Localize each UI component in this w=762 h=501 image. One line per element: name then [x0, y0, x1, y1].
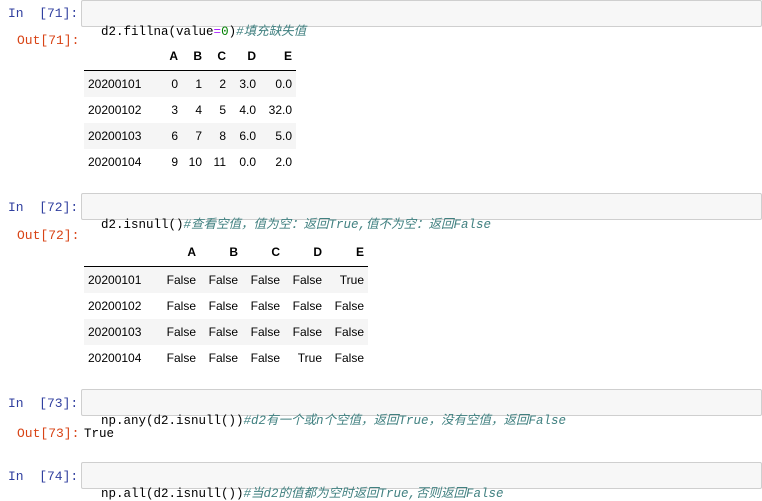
- code-number: 0: [221, 25, 229, 39]
- table-cell: 0.0: [275, 77, 292, 91]
- table-cell: False: [292, 325, 322, 339]
- table-cell: True: [297, 351, 322, 365]
- table-cell: 6.0: [239, 129, 256, 143]
- table-cell: False: [166, 299, 196, 313]
- table-cell: False: [166, 351, 196, 365]
- table-cell: False: [250, 325, 280, 339]
- table-cell: False: [334, 299, 364, 313]
- output-prompt-71: Out[71]:: [17, 33, 80, 48]
- column-header: C: [242, 238, 284, 267]
- table-cell: False: [208, 351, 238, 365]
- row-index: 20200101: [88, 77, 142, 91]
- output-prompt-72: Out[72]:: [17, 228, 80, 243]
- table-cell: 32.0: [268, 103, 292, 117]
- table-cell: False: [334, 325, 364, 339]
- code-comment: #查看空值，值为空：返回True,值不为空：返回False: [183, 218, 492, 232]
- table-header-row: A B C D E: [84, 238, 368, 267]
- row-index: 20200104: [88, 351, 142, 365]
- input-prompt-73: In [73]:: [8, 396, 79, 411]
- column-header: C: [206, 42, 230, 71]
- table-cell: 2: [219, 77, 226, 91]
- table-cell: 8: [219, 129, 226, 143]
- code-cell-72[interactable]: d2.isnull()#查看空值，值为空：返回True,值不为空：返回False: [81, 193, 762, 232]
- table-cell: False: [250, 299, 280, 313]
- table-cell: 4: [195, 103, 202, 117]
- output-prompt-73: Out[73]:: [17, 426, 80, 441]
- table-cell: 4.0: [239, 103, 256, 117]
- table-cell: False: [334, 351, 364, 365]
- table-cell: 0.0: [239, 155, 256, 169]
- code-comment: #d2有一个或n个空值，返回True，没有空值，返回False: [243, 414, 567, 428]
- table-cell: 0: [171, 77, 178, 91]
- table-cell: False: [292, 273, 322, 287]
- code-text: np.any(d2.isnull()): [101, 414, 244, 428]
- table-cell: 1: [195, 77, 202, 91]
- code-comment: #填充缺失值: [236, 25, 307, 39]
- code-text: d2.fillna(value: [101, 25, 214, 39]
- table-cell: False: [250, 273, 280, 287]
- code-operator: =: [213, 25, 222, 39]
- column-header: A: [158, 238, 200, 267]
- row-index: 20200101: [88, 273, 142, 287]
- table-cell: False: [292, 299, 322, 313]
- table-cell: 2.0: [275, 155, 292, 169]
- dataframe-output-71: A B C D E 20200101 0 1 2 3.0 0.0 2020010…: [84, 42, 296, 175]
- row-index: 20200102: [88, 299, 142, 313]
- index-header: [84, 238, 158, 267]
- table-cell: False: [166, 325, 196, 339]
- code-text: d2.isnull(): [101, 218, 184, 232]
- table-row: 20200104 False False False True False: [84, 345, 368, 371]
- table-cell: 5.0: [275, 129, 292, 143]
- input-prompt-74: In [74]:: [8, 469, 79, 484]
- row-index: 20200102: [88, 103, 142, 117]
- index-header: [84, 42, 158, 71]
- column-header: B: [182, 42, 206, 71]
- table-cell: 3: [171, 103, 178, 117]
- code-cell-73[interactable]: np.any(d2.isnull())#d2有一个或n个空值，返回True，没有…: [81, 389, 762, 428]
- column-header: D: [230, 42, 260, 71]
- code-text: np.all(d2.isnull()): [101, 487, 244, 501]
- table-cell: 10: [188, 155, 202, 169]
- table-row: 20200102 False False False False False: [84, 293, 368, 319]
- table-cell: False: [208, 273, 238, 287]
- input-prompt-72: In [72]:: [8, 200, 79, 215]
- table-row: 20200104 9 10 11 0.0 2.0: [84, 149, 296, 175]
- column-header: A: [158, 42, 182, 71]
- code-cell-74[interactable]: np.all(d2.isnull())#当d2的值都为空时返回True,否则返回…: [81, 462, 762, 501]
- row-index: 20200103: [88, 325, 142, 339]
- dataframe-output-72: A B C D E 20200101 False False False Fal…: [84, 238, 368, 371]
- table-cell: False: [250, 351, 280, 365]
- table-cell: 9: [171, 155, 178, 169]
- code-comment: #当d2的值都为空时返回True,否则返回False: [243, 487, 504, 501]
- table-row: 20200103 False False False False False: [84, 319, 368, 345]
- column-header: D: [284, 238, 326, 267]
- table-header-row: A B C D E: [84, 42, 296, 71]
- column-header: B: [200, 238, 242, 267]
- row-index: 20200103: [88, 129, 142, 143]
- table-row: 20200101 0 1 2 3.0 0.0: [84, 70, 296, 97]
- table-row: 20200103 6 7 8 6.0 5.0: [84, 123, 296, 149]
- row-index: 20200104: [88, 155, 142, 169]
- table-cell: 11: [213, 155, 226, 169]
- table-cell: False: [166, 273, 196, 287]
- output-text-73: True: [84, 427, 115, 441]
- code-text-suffix: ): [228, 25, 237, 39]
- table-cell: False: [208, 299, 238, 313]
- column-header: E: [326, 238, 368, 267]
- code-cell-71[interactable]: d2.fillna(value=0)#填充缺失值: [81, 0, 762, 39]
- table-cell: True: [339, 273, 364, 287]
- table-cell: 6: [171, 129, 178, 143]
- column-header: E: [260, 42, 296, 71]
- input-prompt-71: In [71]:: [8, 6, 79, 21]
- table-cell: 5: [219, 103, 226, 117]
- table-cell: 3.0: [239, 77, 256, 91]
- table-cell: False: [208, 325, 238, 339]
- table-row: 20200101 False False False False True: [84, 266, 368, 293]
- table-cell: 7: [195, 129, 202, 143]
- table-row: 20200102 3 4 5 4.0 32.0: [84, 97, 296, 123]
